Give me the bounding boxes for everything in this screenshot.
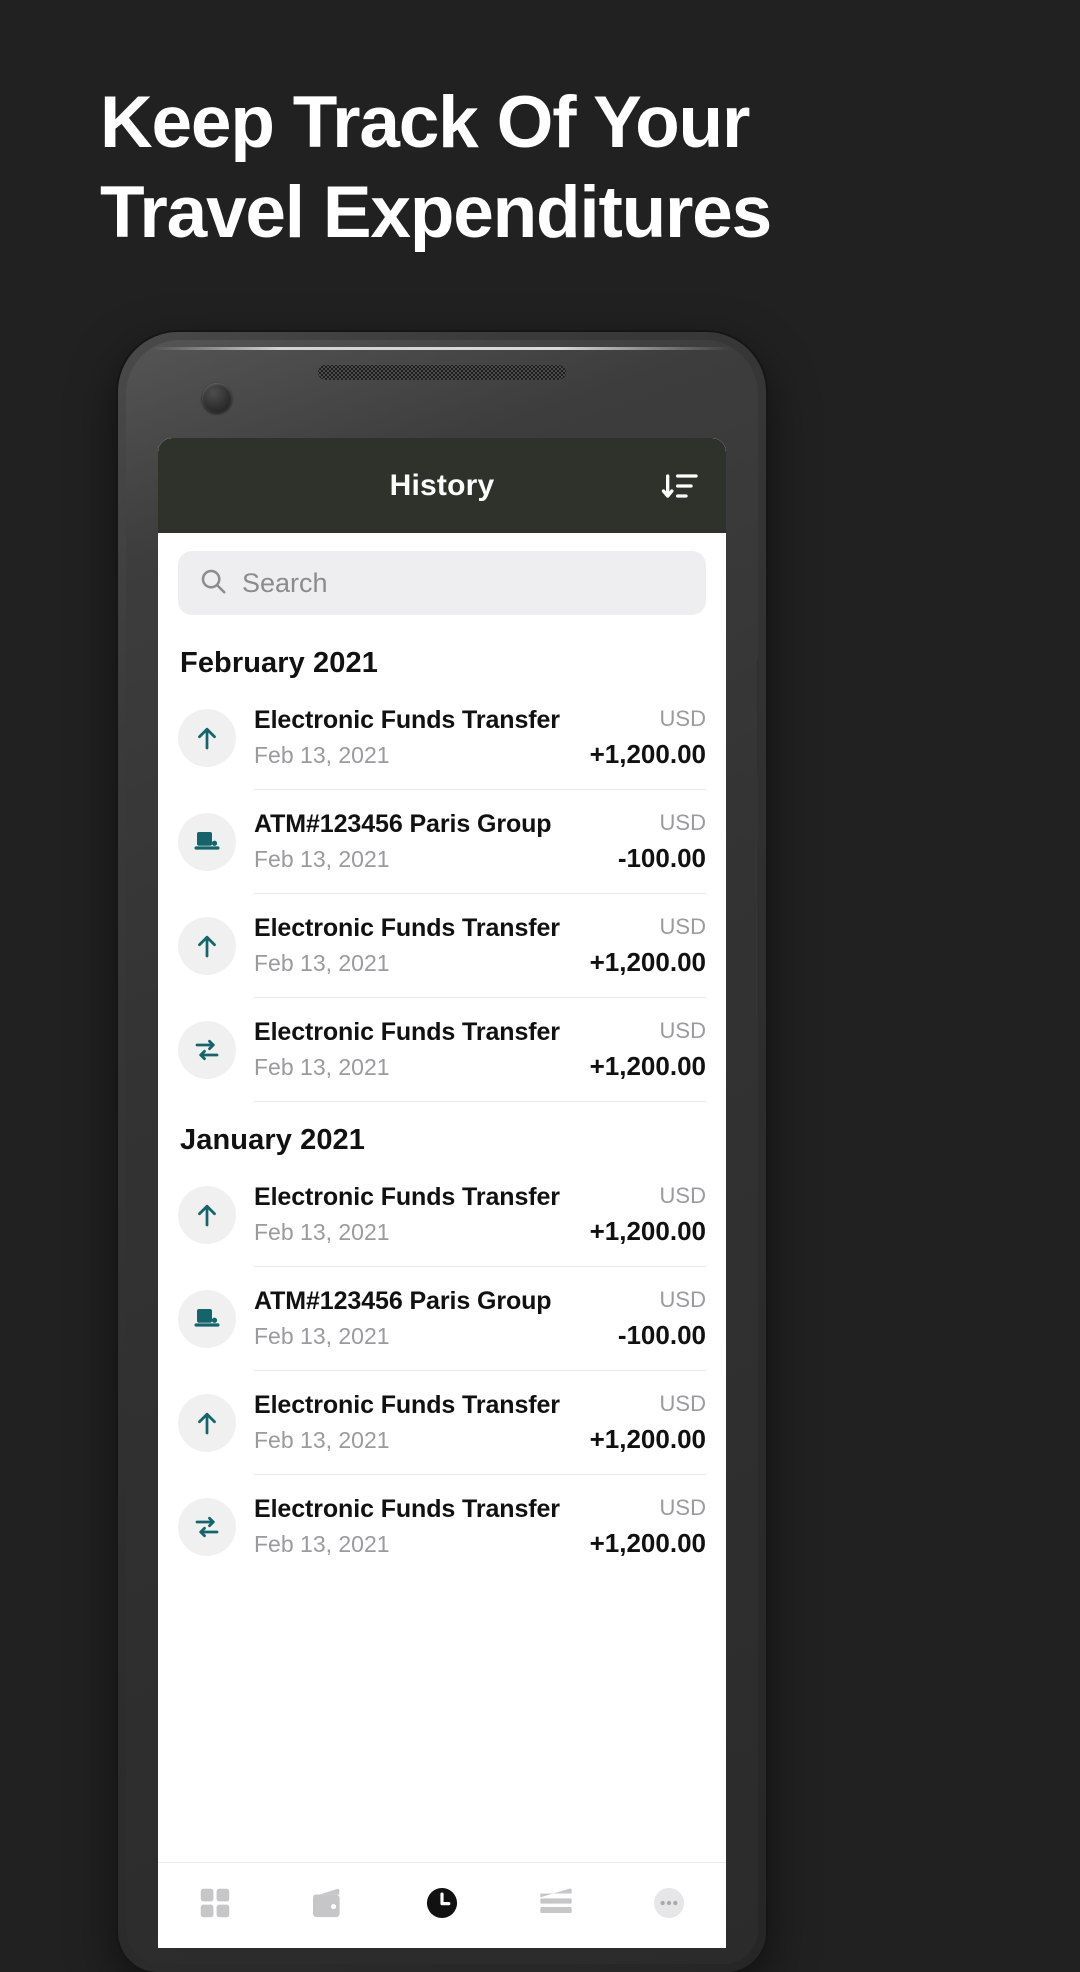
transaction-title: ATM#123456 Paris Group	[254, 1287, 552, 1315]
clock-history-icon	[423, 1884, 461, 1927]
search-input[interactable]: Search	[178, 551, 706, 615]
nav-item-history[interactable]	[385, 1863, 499, 1948]
transaction-currency: USD	[659, 809, 706, 835]
app-header-title: History	[389, 468, 495, 502]
nav-item-dashboard[interactable]	[158, 1863, 272, 1948]
month-group-header: January 2021	[180, 1124, 365, 1156]
speaker-grille-icon	[318, 365, 566, 380]
wallet-icon	[308, 1883, 348, 1928]
transaction-title: Electronic Funds Transfer	[254, 706, 560, 734]
table-row[interactable]: Electronic Funds Transfer Feb 13, 2021 U…	[178, 1475, 706, 1579]
transaction-currency: USD	[659, 1390, 706, 1416]
table-row[interactable]: Electronic Funds Transfer Feb 13, 2021 U…	[178, 1163, 706, 1267]
transaction-title: ATM#123456 Paris Group	[254, 810, 552, 838]
transaction-title: Electronic Funds Transfer	[254, 914, 560, 942]
sort-descending-icon[interactable]	[658, 463, 704, 509]
card-icon	[536, 1883, 576, 1928]
transaction-date: Feb 13, 2021	[254, 1054, 390, 1080]
transaction-amount: +1,200.00	[589, 1215, 706, 1246]
app-header: History	[158, 438, 726, 533]
nav-item-more[interactable]	[612, 1863, 726, 1948]
headline-line-1: Keep Track Of Your	[100, 82, 750, 163]
phone-mockup: History Search February 2021 Electronic …	[118, 332, 766, 1972]
transaction-currency: USD	[659, 1286, 706, 1312]
arrow-up-icon	[178, 1394, 236, 1452]
transaction-currency: USD	[659, 913, 706, 939]
page-title: Keep Track Of Your Travel Expenditures	[100, 78, 1000, 258]
table-row[interactable]: Electronic Funds Transfer Feb 13, 2021 U…	[178, 686, 706, 790]
transaction-amount: -100.00	[617, 1319, 706, 1350]
search-section: Search	[158, 533, 726, 625]
transaction-date: Feb 13, 2021	[254, 846, 390, 872]
table-row[interactable]: Electronic Funds Transfer Feb 13, 2021 U…	[178, 1371, 706, 1475]
transaction-amount: +1,200.00	[589, 1050, 706, 1081]
transaction-amount: +1,200.00	[589, 738, 706, 769]
volume-button[interactable]	[756, 840, 758, 1020]
power-button[interactable]	[756, 658, 758, 776]
transaction-date: Feb 13, 2021	[254, 1323, 390, 1349]
nav-item-wallet[interactable]	[272, 1863, 386, 1948]
atm-icon	[178, 813, 236, 871]
transaction-currency: USD	[659, 1494, 706, 1520]
transaction-currency: USD	[659, 1017, 706, 1043]
exchange-icon	[178, 1498, 236, 1556]
search-icon	[198, 566, 228, 601]
month-group-header: February 2021	[180, 647, 378, 679]
grid-dashboard-icon	[196, 1884, 234, 1927]
transaction-currency: USD	[659, 705, 706, 731]
transaction-title: Electronic Funds Transfer	[254, 1495, 560, 1523]
phone-bezel: History Search February 2021 Electronic …	[126, 340, 758, 1964]
transaction-title: Electronic Funds Transfer	[254, 1183, 560, 1211]
transaction-list[interactable]: February 2021 Electronic Funds Transfer …	[158, 625, 726, 1862]
transaction-date: Feb 13, 2021	[254, 1219, 390, 1245]
table-row[interactable]: Electronic Funds Transfer Feb 13, 2021 U…	[178, 998, 706, 1102]
table-row[interactable]: ATM#123456 Paris Group Feb 13, 2021 USD …	[178, 790, 706, 894]
headline-line-2: Travel Expenditures	[100, 172, 772, 253]
arrow-up-icon	[178, 917, 236, 975]
transaction-amount: +1,200.00	[589, 1423, 706, 1454]
transaction-title: Electronic Funds Transfer	[254, 1391, 560, 1419]
atm-icon	[178, 1290, 236, 1348]
table-row[interactable]: Electronic Funds Transfer Feb 13, 2021 U…	[178, 894, 706, 998]
front-camera-icon	[202, 383, 232, 413]
transaction-date: Feb 13, 2021	[254, 1531, 390, 1557]
nav-item-cards[interactable]	[499, 1863, 613, 1948]
transaction-amount: +1,200.00	[589, 1527, 706, 1558]
transaction-currency: USD	[659, 1182, 706, 1208]
exchange-icon	[178, 1021, 236, 1079]
table-row[interactable]: ATM#123456 Paris Group Feb 13, 2021 USD …	[178, 1267, 706, 1371]
arrow-up-icon	[178, 1186, 236, 1244]
transaction-date: Feb 13, 2021	[254, 742, 390, 768]
transaction-title: Electronic Funds Transfer	[254, 1018, 560, 1046]
bezel-highlight	[152, 347, 732, 350]
transaction-date: Feb 13, 2021	[254, 1427, 390, 1453]
bottom-navigation	[158, 1862, 726, 1948]
transaction-amount: -100.00	[617, 842, 706, 873]
search-placeholder: Search	[242, 567, 328, 598]
transaction-amount: +1,200.00	[589, 946, 706, 977]
app-screen: History Search February 2021 Electronic …	[158, 438, 726, 1948]
more-dots-icon	[650, 1884, 688, 1927]
transaction-date: Feb 13, 2021	[254, 950, 390, 976]
arrow-up-icon	[178, 709, 236, 767]
